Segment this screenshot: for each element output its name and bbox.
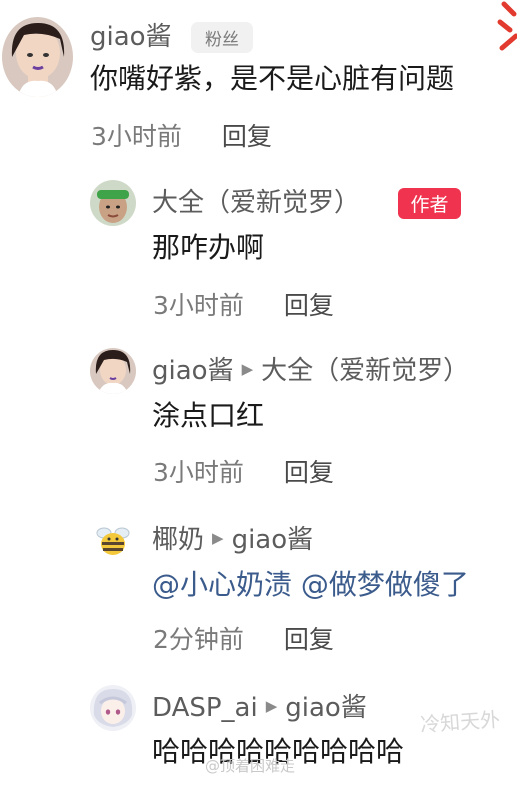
reply-button[interactable]: 回复 — [284, 291, 334, 320]
bee-avatar[interactable] — [90, 517, 136, 563]
cartoon-woman-avatar[interactable] — [2, 17, 73, 97]
reply-username[interactable]: giao酱 ▶ 大全（爱新觉罗） — [152, 358, 469, 384]
reply-username[interactable]: 椰奶 ▶ giao酱 — [152, 527, 313, 553]
red-edge-mark — [497, 1, 517, 51]
reply-meta: 2分钟前 回复 — [153, 627, 334, 652]
corner-watermark: 冷知天外 — [419, 707, 501, 737]
reply-text: 那咋办啊 — [152, 231, 265, 264]
author-badge: 作者 — [398, 188, 461, 219]
reply-meta: 3小时前 回复 — [153, 293, 334, 318]
comment-time: 3小时前 — [91, 122, 182, 151]
reply-arrow-icon: ▶ — [212, 529, 224, 547]
fan-badge: 粉丝 — [191, 22, 253, 53]
reply-button[interactable]: 回复 — [284, 458, 334, 487]
mention-text[interactable]: @小心奶渍 @做梦做傻了 — [152, 571, 469, 599]
anime-girl-avatar[interactable] — [90, 685, 136, 731]
reply-arrow-icon: ▶ — [241, 360, 254, 378]
reply-username[interactable]: 大全（爱新觉罗） — [152, 190, 360, 216]
reply-meta: 3小时前 回复 — [153, 460, 334, 485]
reply-arrow-icon: ▶ — [265, 697, 278, 715]
man-green-headband-avatar[interactable] — [90, 180, 136, 226]
comment-text: 你嘴好紫，是不是心脏有问题 — [90, 62, 455, 95]
cartoon-woman-avatar[interactable] — [90, 348, 136, 394]
reply-time: 2分钟前 — [153, 625, 244, 654]
reply-button[interactable]: 回复 — [284, 625, 334, 654]
reply-to-user[interactable]: giao酱 — [285, 693, 367, 723]
reply-text: 涂点口红 — [152, 399, 265, 432]
reply-username[interactable]: DASP_ai ▶ giao酱 — [152, 695, 367, 721]
weibo-watermark: @顶着困难走 — [205, 757, 296, 775]
reply-time: 3小时前 — [153, 458, 244, 487]
comment-username[interactable]: giao酱 — [90, 24, 172, 50]
reply-button[interactable]: 回复 — [222, 122, 272, 151]
comment-meta: 3小时前 回复 — [91, 124, 272, 149]
reply-to-user[interactable]: 大全（爱新觉罗） — [261, 356, 469, 386]
reply-time: 3小时前 — [153, 291, 244, 320]
reply-to-user[interactable]: giao酱 — [232, 525, 314, 555]
